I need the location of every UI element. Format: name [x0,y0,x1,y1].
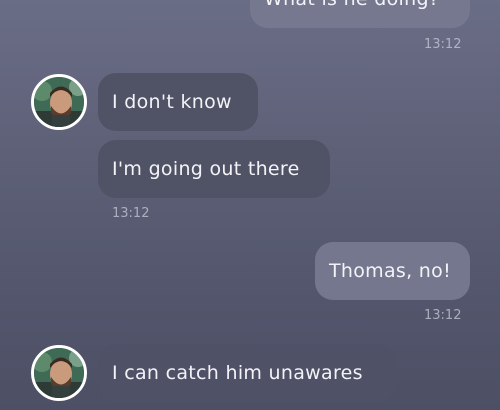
message-timestamp: 13:12 [424,308,462,323]
contact-avatar[interactable] [31,74,87,130]
message-timestamp: 13:12 [112,206,150,221]
message-text: Thomas, no! [329,260,451,282]
message-bubble-outgoing[interactable]: Thomas, no! [315,242,470,300]
message-text: I can catch him unawares [112,362,363,384]
contact-photo-icon [34,348,84,398]
message-text: I'm going out there [112,158,300,180]
message-bubble-incoming[interactable]: I don't know [98,73,258,131]
message-text: I don't know [112,91,232,113]
message-bubble-outgoing[interactable]: What is he doing? [250,0,470,28]
message-bubble-incoming[interactable]: I'm going out there [98,140,330,198]
message-timestamp: 13:12 [424,37,462,52]
message-bubble-incoming[interactable]: I can catch him unawares [98,344,396,402]
message-text: What is he doing? [264,0,439,10]
contact-avatar[interactable] [31,345,87,401]
contact-photo-icon [34,77,84,127]
